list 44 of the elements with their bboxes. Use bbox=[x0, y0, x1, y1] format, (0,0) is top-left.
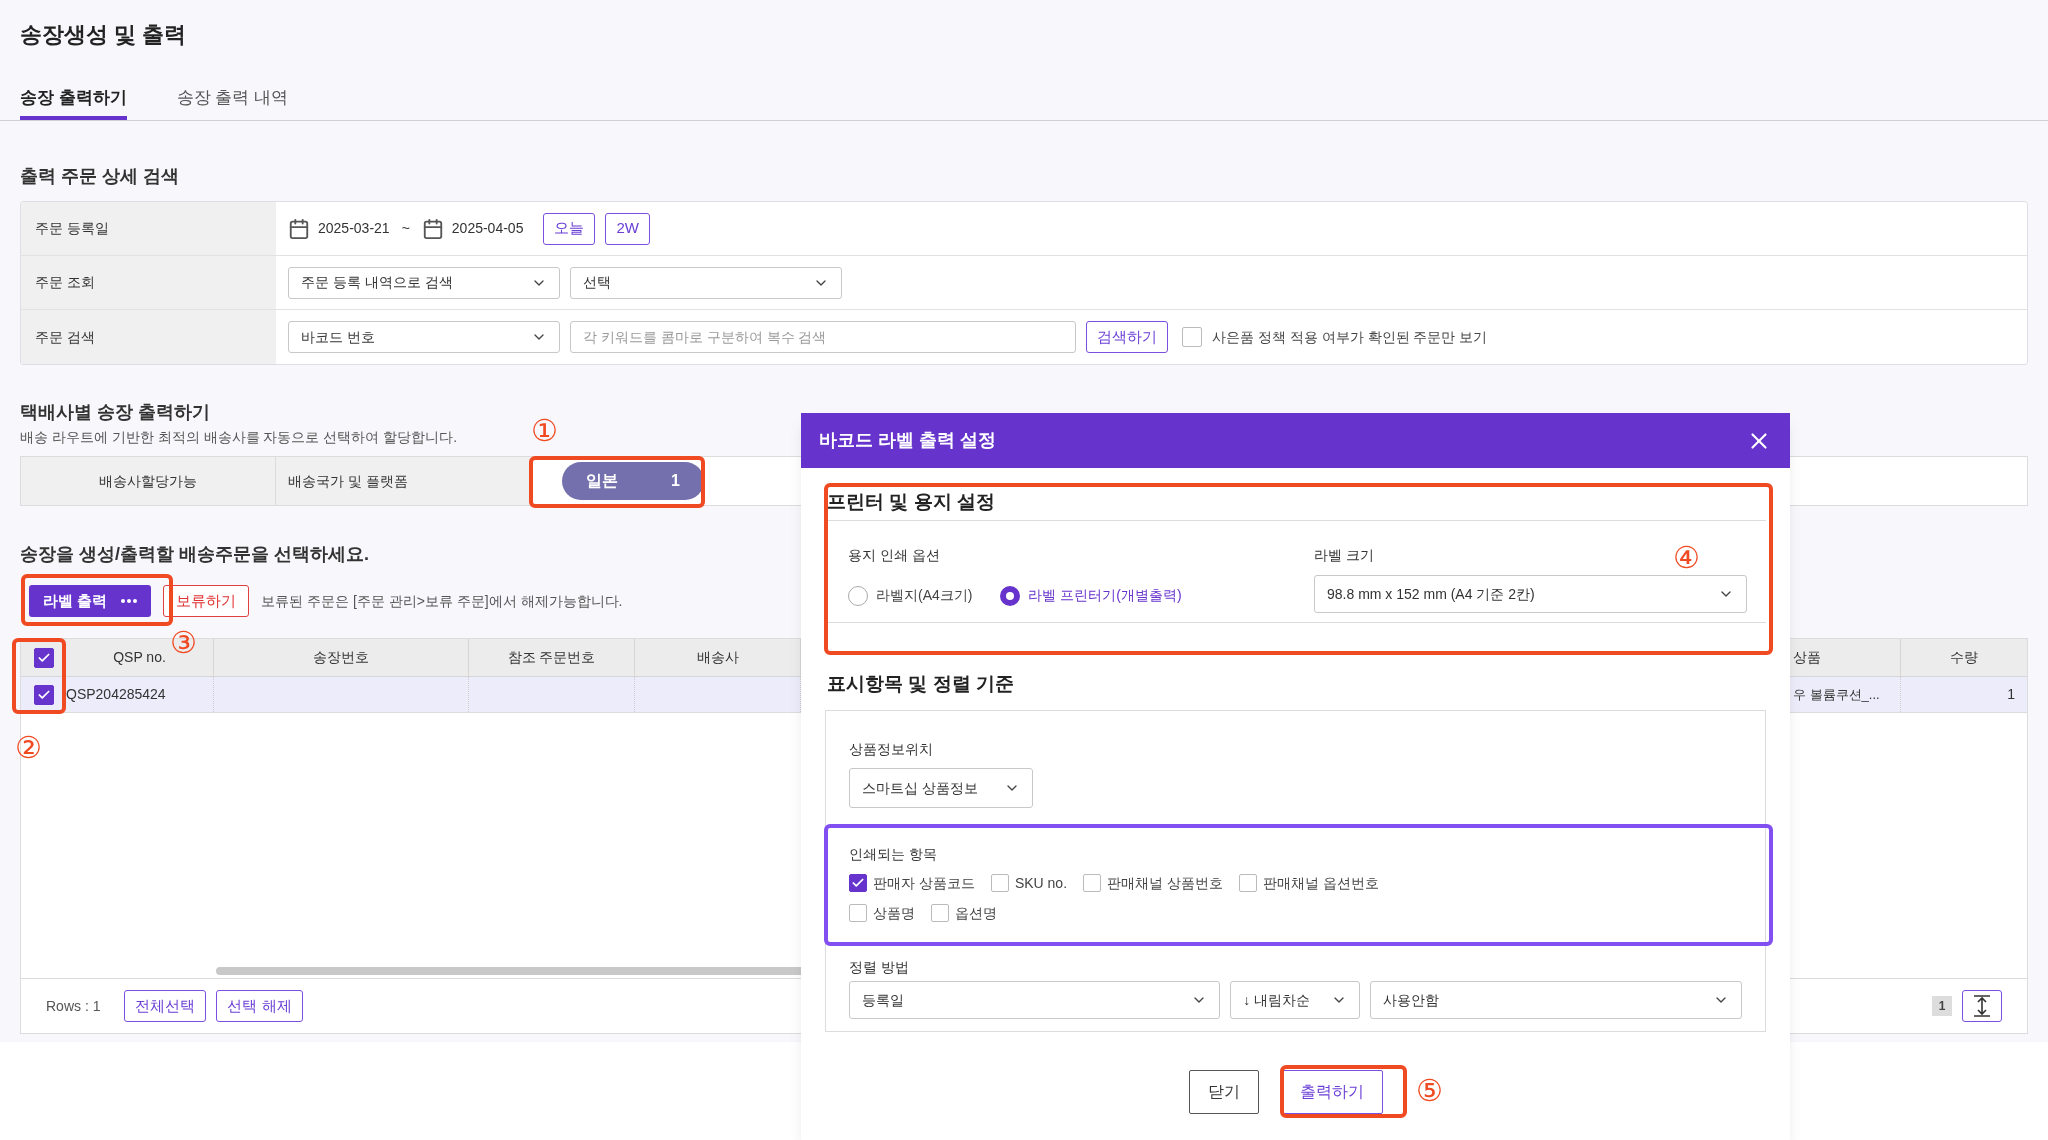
dialog-title: 바코드 라벨 출력 설정 bbox=[819, 429, 996, 452]
section-title: 출력 주문 상세 검색 bbox=[20, 165, 180, 188]
field-label: 라벨 크기 bbox=[1314, 547, 1374, 563]
page-title: 송장생성 및 출력 bbox=[20, 21, 188, 49]
column-header: 배송사 bbox=[696, 648, 739, 667]
checkbox-label: 사은품 정책 적용 여부가 확인된 주문만 보기 bbox=[1212, 327, 1488, 347]
column-header: QSP no. bbox=[113, 648, 166, 667]
section-subtitle: 배송 라우트에 기반한 최적의 배송사를 자동으로 선택하여 할당합니다. bbox=[20, 428, 458, 447]
field-label: 상품정보위치 bbox=[849, 740, 934, 759]
column-header: 송장번호 bbox=[313, 648, 369, 667]
field-label: 인쇄되는 항목 bbox=[849, 845, 937, 864]
section-title: 송장을 생성/출력할 배송주문을 선택하세요. bbox=[20, 543, 369, 566]
column-header: 수량 bbox=[1950, 648, 1978, 667]
section-title: 표시항목 및 정렬 기준 bbox=[827, 671, 1014, 696]
checkbox-label: 판매채널 옵션번호 bbox=[1262, 873, 1379, 893]
step-number: ③ bbox=[170, 626, 197, 660]
hold-note: 보류된 주문은 [주문 관리>보류 주문]에서 해제가능합니다. bbox=[261, 591, 623, 611]
checkbox-label: 판매자 상품코드 bbox=[873, 873, 975, 893]
checkbox-label: SKU no. bbox=[1014, 873, 1068, 893]
field-label: 주문 조회 bbox=[35, 273, 95, 292]
carrier-cell-text: 배송국가 및 플랫폼 bbox=[288, 471, 408, 491]
field-label: 주문 등록일 bbox=[35, 219, 109, 238]
carrier-cell-text: 배송사할당가능 bbox=[99, 471, 197, 491]
radio-label: 라벨 프린터기(개별출력) bbox=[1028, 586, 1182, 605]
column-header: 상품 bbox=[1793, 648, 1821, 667]
section-title: 프린터 및 용지 설정 bbox=[827, 490, 995, 515]
field-label: 용지 인쇄 옵션 bbox=[848, 547, 940, 563]
checkbox-label: 판매채널 상품번호 bbox=[1107, 873, 1223, 893]
table-cell-text: 1 bbox=[2007, 685, 2015, 704]
step-number: ② bbox=[15, 731, 42, 765]
step-number: ⑤ bbox=[1416, 1074, 1443, 1108]
radio-label: 라벨지(A4크기) bbox=[876, 586, 973, 605]
table-cell-text: QSP204285424 bbox=[66, 685, 166, 704]
step-number: ④ bbox=[1673, 541, 1700, 575]
field-label: 정렬 방법 bbox=[849, 958, 909, 977]
field-label: 주문 검색 bbox=[35, 327, 95, 347]
checkbox-label: 상품명 bbox=[873, 903, 915, 923]
rows-count: Rows : 1 bbox=[46, 996, 101, 1016]
step-number: ① bbox=[531, 414, 558, 448]
date-separator: ~ bbox=[401, 219, 410, 238]
section-title: 택배사별 송장 출력하기 bbox=[20, 401, 210, 424]
checkbox-label: 옵션명 bbox=[955, 903, 997, 923]
column-header: 참조 주문번호 bbox=[507, 648, 596, 667]
table-cell-text: 우 볼륨쿠션_... bbox=[1793, 685, 1880, 704]
